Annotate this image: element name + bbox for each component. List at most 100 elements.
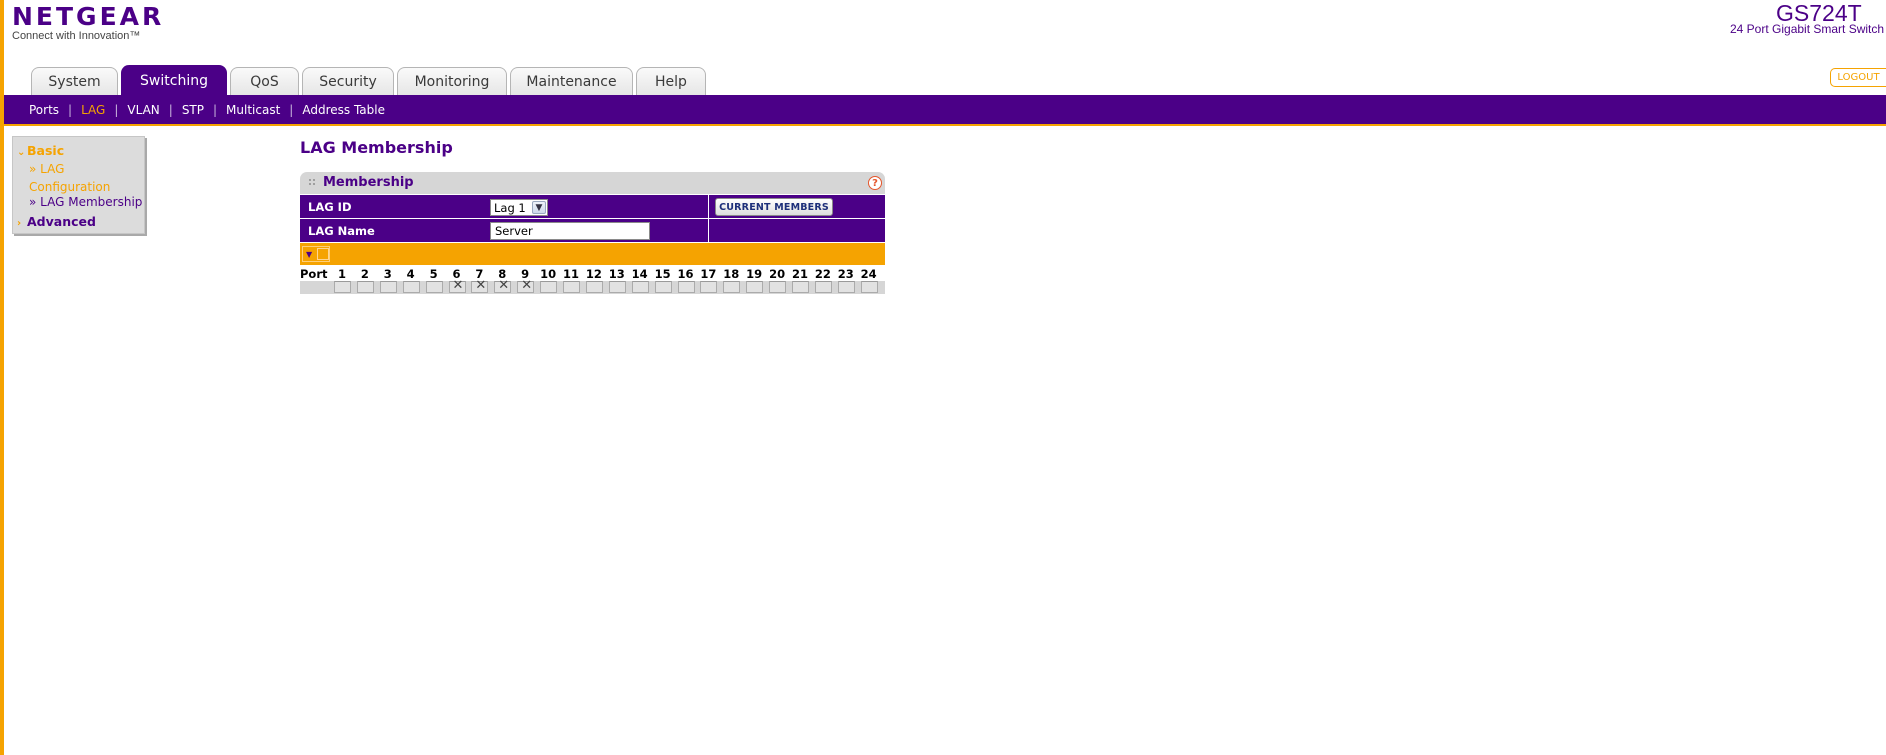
port-checkbox-row: ✕ ✕ ✕ ✕: [300, 278, 885, 294]
tab-maintenance[interactable]: Maintenance: [510, 67, 633, 95]
lag-name-row: LAG Name: [300, 218, 885, 242]
port-checkbox[interactable]: [425, 281, 443, 293]
model-description: 24 Port Gigabit Smart Switch: [1730, 22, 1885, 36]
lag-name-label: LAG Name: [308, 224, 375, 238]
menu-group-basic[interactable]: ⌄ Basic: [17, 143, 64, 158]
chevron-right-icon: ›: [17, 218, 22, 229]
port-checkbox[interactable]: [379, 281, 397, 293]
port-number: 19: [746, 267, 763, 281]
subnav-lag[interactable]: LAG: [81, 103, 105, 117]
tab-security[interactable]: Security: [302, 67, 394, 95]
port-checkbox[interactable]: [334, 281, 351, 293]
tab-help[interactable]: Help: [636, 67, 706, 95]
port-checkbox[interactable]: ✕: [448, 279, 466, 293]
chevron-down-icon: ⌄: [17, 147, 26, 158]
port-checkbox[interactable]: [563, 281, 580, 293]
subnav-separator: |: [168, 102, 173, 117]
port-checkbox[interactable]: [608, 281, 626, 293]
help-icon[interactable]: ?: [868, 176, 882, 190]
lag-id-label: LAG ID: [308, 200, 352, 214]
port-number: 8: [498, 267, 507, 281]
tab-switching[interactable]: Switching: [121, 65, 227, 95]
tab-qos[interactable]: QoS: [230, 67, 299, 95]
logo-text: NETGEAR: [12, 2, 165, 31]
caret-down-icon: ▼: [306, 249, 313, 259]
logo-tagline: Connect with Innovation™: [12, 30, 141, 42]
selected-x-icon: ✕: [475, 278, 487, 293]
menu-group-advanced[interactable]: › Advanced: [17, 214, 96, 229]
menu-item-lag-membership[interactable]: » LAG Membership: [29, 195, 142, 209]
port-checkbox[interactable]: [654, 281, 672, 293]
subnav-stp[interactable]: STP: [182, 103, 204, 117]
port-checkbox[interactable]: [540, 281, 558, 293]
selected-x-icon: ✕: [521, 278, 533, 293]
port-number: 20: [769, 267, 786, 281]
port-label: Port: [300, 267, 328, 281]
subnav-ports[interactable]: Ports: [29, 103, 59, 117]
port-number: 12: [585, 267, 602, 281]
selected-x-icon: ✕: [498, 278, 510, 293]
port-number: 15: [654, 267, 671, 281]
sub-navigation: Ports | LAG | VLAN | STP | Multicast | A…: [4, 95, 1886, 124]
menu-item-lag-configuration[interactable]: » LAG Configuration: [29, 160, 134, 196]
port-number: 10: [540, 267, 557, 281]
port-checkbox[interactable]: [837, 281, 855, 293]
port-checkbox[interactable]: [746, 281, 764, 293]
port-number: 24: [860, 267, 877, 281]
port-checkbox[interactable]: ✕: [494, 278, 512, 293]
current-members-button[interactable]: CURRENT MEMBERS: [715, 198, 833, 216]
menu-group-advanced-label: Advanced: [27, 214, 96, 229]
port-checkbox[interactable]: ✕: [471, 278, 489, 293]
port-checkbox[interactable]: [700, 281, 718, 293]
port-number: 9: [521, 267, 530, 281]
page-title: LAG Membership: [300, 138, 453, 157]
lag-id-value: Lag 1: [494, 200, 526, 215]
port-number: 2: [360, 267, 369, 281]
port-checkbox[interactable]: [860, 281, 878, 293]
port-number: 6: [452, 267, 461, 281]
port-checkbox[interactable]: [723, 281, 741, 293]
tab-system[interactable]: System: [31, 67, 118, 95]
port-group-select-box: [317, 248, 329, 260]
subnav-address-table[interactable]: Address Table: [302, 103, 385, 117]
port-checkbox[interactable]: [631, 281, 649, 293]
port-number: 18: [723, 267, 740, 281]
subnav-separator: |: [289, 102, 294, 117]
port-checkbox[interactable]: ✕: [517, 278, 535, 293]
port-number: 3: [383, 267, 392, 281]
lag-name-input[interactable]: [490, 222, 650, 240]
port-group-toggle[interactable]: ▼: [302, 246, 330, 262]
port-checkbox[interactable]: [769, 281, 787, 293]
port-number: 17: [700, 267, 717, 281]
port-number: 22: [814, 267, 831, 281]
panel-header: Membership ?: [300, 172, 885, 194]
subnav-underline: [4, 124, 1886, 126]
subnav-multicast[interactable]: Multicast: [226, 103, 280, 117]
subnav-separator: |: [68, 102, 73, 117]
column-divider: [708, 219, 709, 242]
port-selection-grid: Port ✕ ✕ ✕ ✕ 1 2 3 4 5 6 7 8 9 10 11 12 13 14 15 16 17 18 19 2…: [300, 265, 885, 295]
logout-button[interactable]: LOGOUT: [1830, 68, 1886, 87]
port-checkbox[interactable]: [814, 281, 832, 293]
port-checkbox[interactable]: [356, 281, 374, 293]
port-checkbox[interactable]: [677, 281, 695, 293]
tab-monitoring[interactable]: Monitoring: [397, 67, 507, 95]
port-checkbox[interactable]: [792, 281, 809, 293]
port-checkbox[interactable]: [585, 281, 603, 293]
port-checkbox[interactable]: [402, 281, 420, 293]
port-number: 7: [475, 267, 484, 281]
port-number: 11: [562, 267, 579, 281]
port-number: 13: [608, 267, 625, 281]
port-number: 23: [837, 267, 854, 281]
subnav-separator: |: [213, 102, 218, 117]
port-number: 16: [677, 267, 694, 281]
lag-id-select[interactable]: Lag 1 ▼: [490, 199, 548, 216]
subnav-vlan[interactable]: VLAN: [127, 103, 159, 117]
left-menu: ⌄ Basic » LAG Configuration » LAG Members…: [12, 136, 145, 234]
column-divider: [708, 195, 709, 218]
panel-title: Membership: [323, 175, 414, 190]
port-number: 21: [791, 267, 808, 281]
membership-panel: Membership ? LAG ID Lag 1 ▼ CURRENT MEMB…: [300, 172, 885, 295]
port-group-bar: ▼: [300, 242, 885, 265]
chevron-down-icon: ▼: [532, 201, 546, 214]
